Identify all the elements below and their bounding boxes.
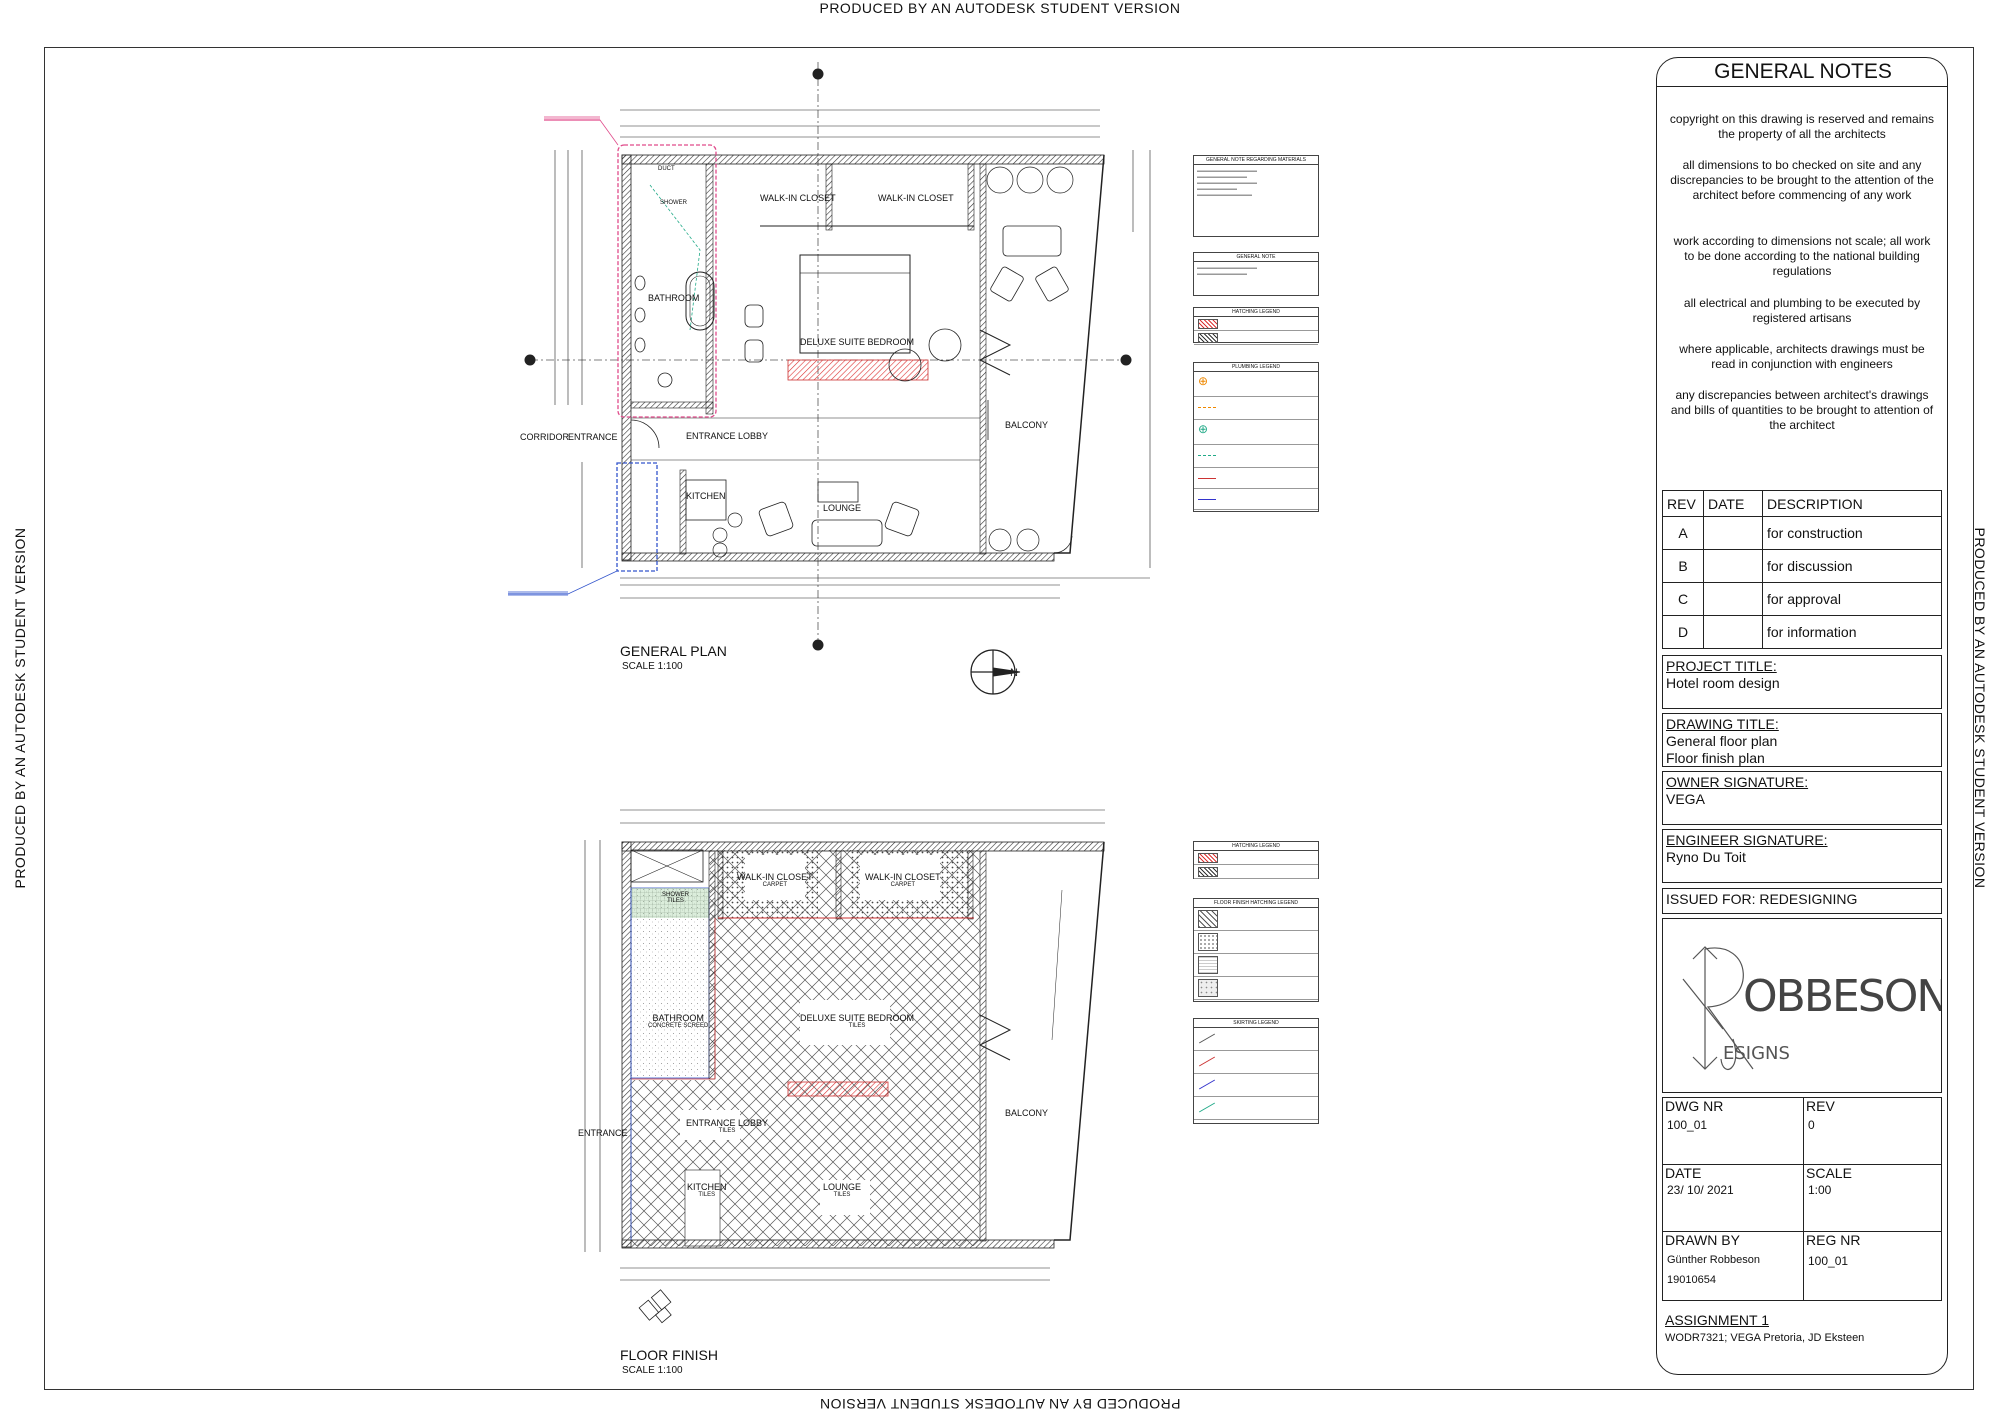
room-label: SHOWER xyxy=(660,200,687,206)
table-row: A for construction xyxy=(1662,516,1942,550)
room-label: BALCONY xyxy=(1005,1108,1049,1118)
table-cell: for discussion xyxy=(1762,549,1942,583)
room-label: ENTRANCE LOBBY TILES xyxy=(686,1118,769,1134)
note-item: all electrical and plumbing to be execut… xyxy=(1683,296,1921,325)
room-label: CORRIDOR xyxy=(520,432,569,442)
general-plan-title: GENERAL PLAN xyxy=(620,643,727,659)
room-label: DELUXE SUITE BEDROOM xyxy=(800,337,915,347)
svg-text:OBBESON: OBBESON xyxy=(1743,971,1941,1022)
table-row: B for discussion xyxy=(1662,549,1942,583)
note-item: all dimensions to bo checked on site and… xyxy=(1670,158,1934,202)
date-cell: DATE 23/ 10/ 2021 xyxy=(1662,1164,1804,1232)
room-label: KITCHEN TILES xyxy=(687,1182,727,1198)
table-cell xyxy=(1703,582,1763,616)
plumbing-legend: PLUMBING LEGEND ⊕ ⊕ xyxy=(1193,362,1319,512)
table-cell xyxy=(1703,615,1763,649)
room-label: BATHROOM xyxy=(648,293,700,303)
table-cell: for approval xyxy=(1762,582,1942,616)
table-cell: A xyxy=(1662,516,1704,550)
room-label: LOUNGE TILES xyxy=(823,1182,862,1198)
table-cell: for information xyxy=(1762,615,1942,649)
table-header: DATE xyxy=(1703,490,1763,517)
room-label: WALK-IN CLOSET CARPET xyxy=(737,872,813,888)
room-label: ENTRANCE xyxy=(568,432,618,442)
floor-finish-plan xyxy=(584,809,1105,1324)
engineer-signature-field: ENGINEER SIGNATURE: Ryno Du Toit xyxy=(1662,829,1942,883)
dwg-nr-cell: DWG NR 100_01 xyxy=(1662,1097,1804,1165)
room-label: WALK-IN CLOSET CARPET xyxy=(865,872,941,888)
table-header: DESCRIPTION xyxy=(1762,490,1942,517)
room-label: WALK-IN CLOSET xyxy=(760,193,836,203)
table-cell: D xyxy=(1662,615,1704,649)
drawn-by-cell: DRAWN BY Günther Robbeson 19010654 xyxy=(1662,1231,1804,1301)
project-title-field: PROJECT TITLE: Hotel room design xyxy=(1662,655,1942,709)
room-label: DELUXE SUITE BEDROOM TILES xyxy=(800,1013,915,1029)
table-cell xyxy=(1703,549,1763,583)
robbeson-logo-icon: OBBESON ESIGNS xyxy=(1682,946,1949,1070)
note-item: copyright on this drawing is reserved an… xyxy=(1669,112,1935,141)
floor-finish-title: FLOOR FINISH xyxy=(620,1347,719,1363)
revision-table: REV DATE DESCRIPTION A for construction … xyxy=(1662,490,1942,649)
assignment-label: ASSIGNMENT 1 xyxy=(1665,1312,1769,1328)
room-label: SHOWER TILES xyxy=(662,892,689,904)
table-row: REV DATE DESCRIPTION xyxy=(1662,490,1942,517)
room-label: ENTRANCE xyxy=(578,1128,628,1138)
floor-finish-scale: SCALE 1:100 xyxy=(622,1365,683,1376)
room-label: ENTRANCE LOBBY xyxy=(686,431,769,441)
table-cell xyxy=(1703,516,1763,550)
table-cell: for construction xyxy=(1762,516,1942,550)
table-row: D for information xyxy=(1662,615,1942,649)
general-plan-scale: SCALE 1:100 xyxy=(622,661,683,672)
room-label: KITCHEN xyxy=(686,491,726,501)
general-plan: N xyxy=(508,62,1151,695)
drawing-title-field: DRAWING TITLE: General floor plan Floor … xyxy=(1662,713,1942,767)
note-item: any discrepancies between architect's dr… xyxy=(1670,388,1934,432)
assignment-details: WODR7321; VEGA Pretoria, JD Eksteen xyxy=(1665,1332,1865,1344)
svg-text:ESIGNS: ESIGNS xyxy=(1723,1043,1790,1064)
company-logo: OBBESON ESIGNS xyxy=(1662,918,1949,1093)
hatching-legend: HATCHING LEGEND xyxy=(1193,307,1319,345)
table-header: REV xyxy=(1662,490,1704,517)
room-label: WALK-IN CLOSET xyxy=(878,193,954,203)
skirting-legend: SKIRTING LEGEND xyxy=(1193,1018,1319,1124)
title-block: GENERAL NOTES copyright on this drawing … xyxy=(1656,57,1949,1375)
room-label: LOUNGE xyxy=(823,503,862,513)
general-notes-heading: GENERAL NOTES xyxy=(1714,60,1892,83)
hatching-legend-2: HATCHING LEGEND xyxy=(1193,841,1319,879)
general-note-legend: GENERAL NOTE ▬▬▬▬▬▬▬▬▬▬▬▬ ▬▬▬▬▬▬▬▬▬▬ xyxy=(1193,252,1319,296)
room-label: BALCONY xyxy=(1005,420,1049,430)
room-label: DUCT xyxy=(658,166,675,172)
table-cell: C xyxy=(1662,582,1704,616)
reg-nr-cell: REG NR 100_01 xyxy=(1803,1231,1942,1301)
note-item: where applicable, architects drawings mu… xyxy=(1679,342,1925,371)
materials-legend: GENERAL NOTE REGARDING MATERIALS ▬▬▬▬▬▬▬… xyxy=(1193,155,1319,237)
owner-signature-field: OWNER SIGNATURE: VEGA xyxy=(1662,771,1942,825)
issued-for-field: ISSUED FOR: REDESIGNING xyxy=(1662,888,1942,914)
rev-cell: REV 0 xyxy=(1803,1097,1942,1165)
room-label: BATHROOM CONCRETE SCREED xyxy=(648,1013,709,1029)
note-item: work according to dimensions not scale; … xyxy=(1673,234,1931,278)
scale-cell: SCALE 1:00 xyxy=(1803,1164,1942,1232)
svg-text:N: N xyxy=(1010,667,1018,679)
floor-finish-legend: FLOOR FINISH HATCHING LEGEND xyxy=(1193,898,1319,1002)
table-row: C for approval xyxy=(1662,582,1942,616)
table-cell: B xyxy=(1662,549,1704,583)
